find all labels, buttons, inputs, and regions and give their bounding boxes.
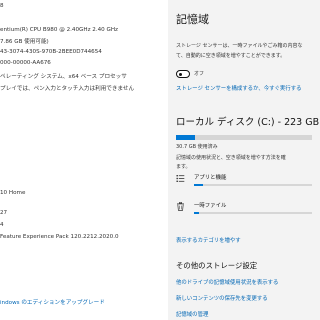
storage-title: 記憶域 (176, 13, 209, 26)
storage-item-apps[interactable]: アプリと機能 (172, 170, 320, 192)
storage-item-temp-fill (194, 212, 199, 214)
storage-sense-toggle[interactable] (176, 70, 190, 78)
toggle-state-label: オフ (194, 71, 205, 77)
spec-row-2: 7.86 GB 使用可能) (0, 39, 49, 45)
change-save-location-link[interactable]: 新しいコンテンツの保存先を変更する (176, 294, 268, 302)
spec-row-8: 27 (0, 210, 8, 216)
other-storage-settings-title: その他のストレージ設定 (176, 261, 258, 270)
storage-item-apps-fill (194, 184, 204, 186)
disk-used-text: 30.7 GB 使用済み (176, 144, 218, 150)
spec-row-10: Feature Experience Pack 120.2212.2020.0 (0, 234, 119, 240)
spec-row-9: 4 (0, 222, 4, 228)
storage-sense-desc-2: て、自動的に空き領域を増やすことができます。 (176, 53, 286, 59)
disk-usage-fill (176, 135, 196, 140)
storage-item-apps-label: アプリと機能 (194, 175, 227, 181)
system-info-pane: 8 entium(R) CPU B980 @ 2.40GHz 2.40 GHz … (0, 0, 168, 320)
storage-item-temp[interactable]: 一時ファイル (172, 198, 320, 220)
upgrade-edition-link[interactable]: indows のエディションをアップグレード (0, 298, 105, 306)
spec-row-1: entium(R) CPU B980 @ 2.40GHz 2.40 GHz (0, 27, 118, 33)
apps-list-icon (176, 174, 185, 183)
spec-row-5: ペレーティング システム、x64 ベース プロセッサ (0, 74, 127, 80)
storage-item-temp-bar (194, 212, 312, 214)
disk-usage-bar (176, 135, 312, 140)
storage-item-temp-label: 一時ファイル (194, 203, 227, 209)
spec-row-7: 10 Home (0, 190, 26, 196)
toggle-knob (179, 72, 182, 76)
spec-row-6: プレイでは、ペン入力とタッチ入力は利用できません (0, 86, 135, 92)
manage-storage-link[interactable]: 記憶域の管理 (176, 310, 208, 318)
spec-row-0: 8 (0, 3, 4, 9)
other-drives-usage-link[interactable]: 他のドライブの記憶域使用状況を表示する (176, 278, 278, 286)
storage-sense-desc-1: ストレージ センサーは、一時ファイルやごみ箱の内容な (176, 43, 303, 49)
spec-row-4: 000-00000-AA676 (0, 60, 51, 66)
configure-storage-sense-link[interactable]: ストレージ センサーを構成するか、今すぐ実行する (176, 84, 301, 92)
more-categories-link[interactable]: 表示するカテゴリを増やす (176, 236, 241, 244)
trash-icon (176, 202, 185, 211)
disk-desc-1: 記憶域の使用状況と、空き領域を増やす方法を確 (176, 155, 286, 161)
storage-item-apps-bar (194, 184, 312, 186)
disk-title: ローカル ディスク (C:) - 223 GB (176, 117, 320, 128)
spec-row-3: 43-3074-430S-970B-2BEE0D744654 (0, 49, 102, 55)
disk-desc-2: ます。 (176, 164, 191, 170)
